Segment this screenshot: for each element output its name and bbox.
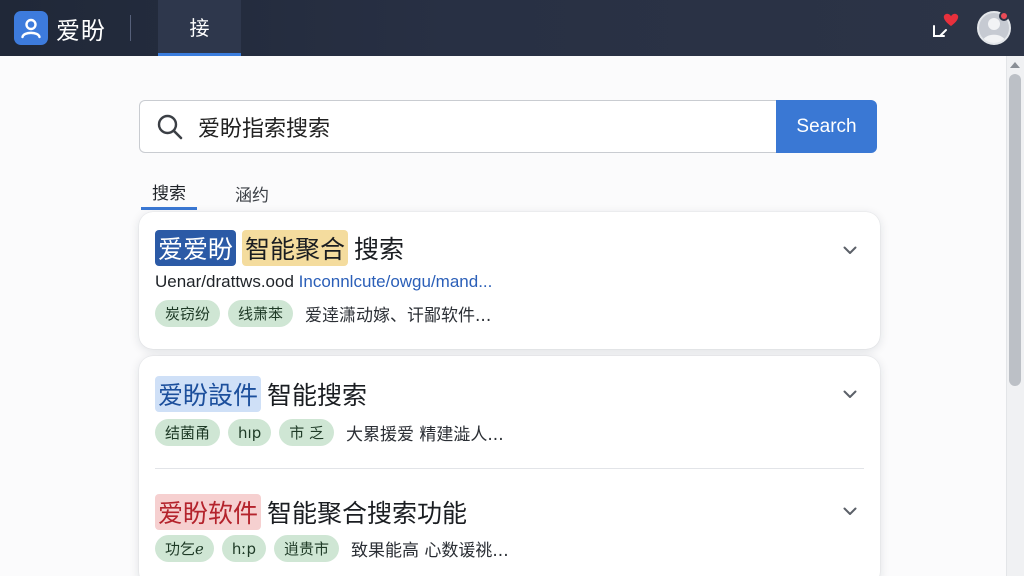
notification-dot — [999, 11, 1009, 21]
chevron-down-icon[interactable] — [842, 386, 858, 402]
tag[interactable]: hıp — [228, 419, 272, 446]
result-url[interactable]: Uenar/drattws.ood Inconnlcute/owgu/mand.… — [155, 272, 492, 292]
tag[interactable]: 线萧苯 — [228, 300, 294, 327]
result-snippet: 致果能高 心数谖祧... — [351, 541, 509, 561]
title-text: 搜索 — [354, 235, 405, 264]
tab-second[interactable]: 涵约 — [224, 176, 280, 210]
tag[interactable]: 市 乏 — [279, 419, 334, 446]
title-highlight: 爱盼软件 — [155, 494, 262, 530]
title-highlight: 爱盼設件 — [155, 376, 262, 412]
title-highlight: 智能聚合 — [242, 230, 349, 266]
result-snippet: 爱逹潇动嫁、讦鄙软件... — [305, 306, 492, 326]
tags-row: 功乞ℯ hːp 逍贵市 致果能高 心数谖祧... — [155, 535, 509, 562]
tag[interactable]: 炭窃纷 — [155, 300, 221, 327]
tag[interactable]: 结菌甬 — [155, 419, 221, 446]
tag[interactable]: 逍贵市 — [273, 535, 339, 562]
search-input[interactable] — [198, 106, 758, 147]
scrollbar-thumb[interactable] — [1009, 74, 1021, 386]
search-box — [139, 100, 777, 153]
tag[interactable]: 功乞ℯ — [155, 535, 214, 562]
title-text: 智能聚合搜索功能 — [267, 499, 468, 528]
tab-search[interactable]: 搜索 — [141, 176, 197, 210]
header-divider — [130, 15, 131, 41]
scroll-up-arrow-icon[interactable] — [1010, 62, 1020, 68]
result-card[interactable]: 爱盼設件 智能搜索 结菌甬 hıp 市 乏 大累援爱 精建澁人... 爱盼软件 … — [139, 356, 880, 576]
title-highlight: 爱爱盼 — [155, 230, 237, 266]
search-icon — [156, 113, 184, 141]
result-title[interactable]: 爱爱盼 智能聚合 搜索 — [155, 230, 404, 266]
tags-row: 炭窃纷 线萧苯 爱逹潇动嫁、讦鄙软件... — [155, 300, 491, 327]
brand[interactable]: 爱盼 — [14, 0, 106, 56]
header-tab-active[interactable]: 接 — [158, 0, 241, 56]
chevron-down-icon[interactable] — [842, 503, 858, 519]
result-divider — [155, 468, 864, 469]
brand-name: 爱盼 — [56, 16, 106, 45]
tags-row: 结菌甬 hıp 市 乏 大累援爱 精建澁人... — [155, 419, 504, 446]
notification-heart-icon[interactable] — [930, 12, 962, 42]
result-snippet: 大累援爱 精建澁人... — [346, 425, 504, 445]
user-profile-icon — [14, 11, 48, 45]
result-title[interactable]: 爱盼設件 智能搜索 — [155, 376, 367, 412]
url-path: Uenar/drattws.ood — [155, 272, 294, 291]
result-title[interactable]: 爱盼软件 智能聚合搜索功能 — [155, 494, 467, 530]
search-button[interactable]: Search — [776, 100, 877, 153]
top-bar: 爱盼 — [0, 0, 1024, 56]
title-text: 智能搜索 — [267, 381, 368, 410]
chevron-down-icon[interactable] — [842, 242, 858, 258]
url-link[interactable]: Inconnlcute/owgu/mand... — [299, 272, 493, 291]
tag[interactable]: hːp — [221, 535, 266, 562]
result-card[interactable]: 爱爱盼 智能聚合 搜索 Uenar/drattws.ood Inconnlcut… — [139, 212, 880, 349]
